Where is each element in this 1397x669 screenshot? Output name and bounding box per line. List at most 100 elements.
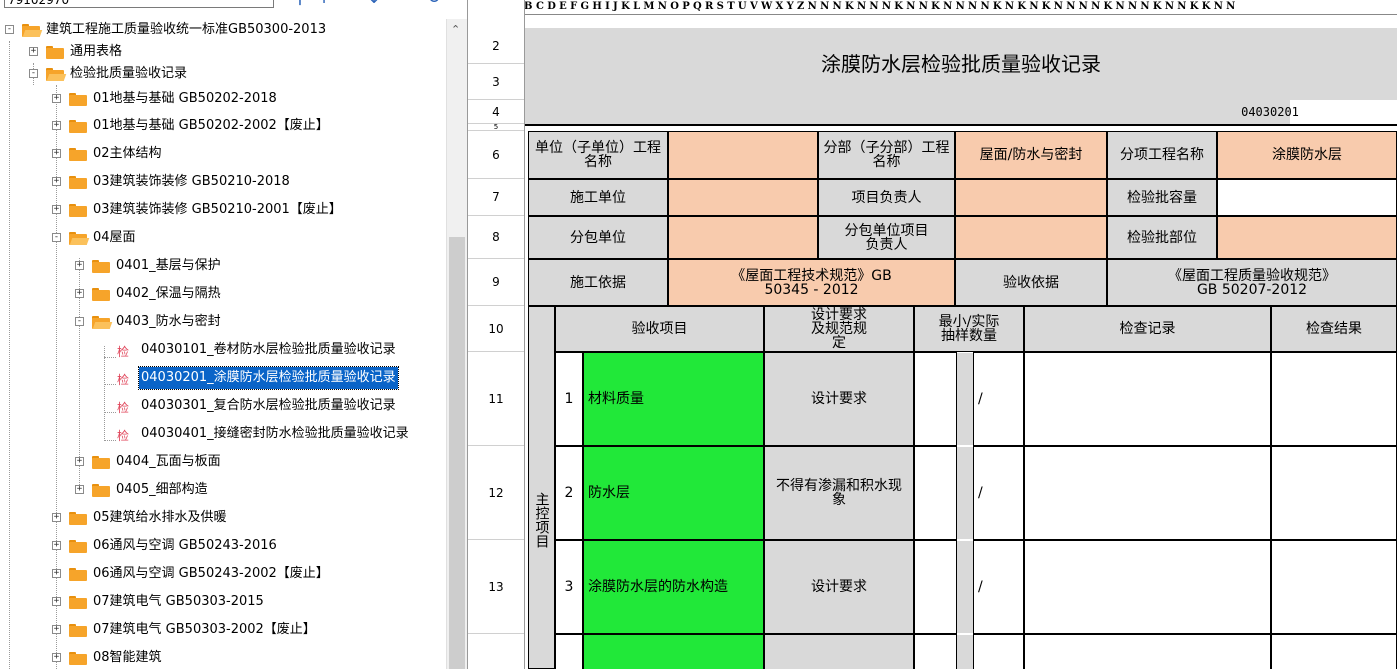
arrow-up-icon[interactable]: ↑ <box>314 0 334 8</box>
item-result[interactable] <box>1271 540 1397 634</box>
item-min-sample[interactable] <box>914 446 957 540</box>
item-record[interactable] <box>1024 540 1271 634</box>
tree-node-selected[interactable]: 检 04030201_涂膜防水层检验批质量验收记录 <box>0 366 446 390</box>
row-header[interactable]: 4 <box>468 100 524 124</box>
item-actual-sample[interactable]: / <box>973 352 1024 446</box>
tree-node[interactable]: + 0401_基层与保护 <box>0 255 446 277</box>
item-value-cell[interactable]: 涂膜防水层 <box>1217 131 1397 179</box>
search-input[interactable]: 79102970 <box>4 0 274 8</box>
acceptance-value-cell[interactable]: 《屋面工程质量验收规范》GB 50207-2012 <box>1107 259 1397 306</box>
tree-node[interactable]: + 0404_瓦面与板面 <box>0 451 446 473</box>
tree-node[interactable]: 检 04030301_复合防水层检验批质量验收记录 <box>0 395 446 417</box>
expand-toggle-icon[interactable]: + <box>29 47 38 56</box>
tree-node[interactable]: + 0405_细部构造 <box>0 479 446 501</box>
expand-toggle-icon[interactable]: + <box>75 261 84 270</box>
item-record[interactable] <box>1024 352 1271 446</box>
expand-toggle-icon[interactable]: + <box>75 289 84 298</box>
item-min-sample[interactable] <box>914 540 957 634</box>
unit-value-cell[interactable] <box>668 131 818 179</box>
item-name[interactable]: 材料质量 <box>583 352 764 446</box>
tree-node[interactable]: 检 04030101_卷材防水层检验批质量验收记录 <box>0 339 446 361</box>
item-req[interactable] <box>764 634 914 669</box>
row-header[interactable]: 8 <box>468 216 524 259</box>
tree-node[interactable]: - 检验批质量验收记录 <box>0 63 446 85</box>
tree-node[interactable]: - 04屋面 <box>0 227 446 249</box>
search-icon[interactable]: ⚲ <box>290 0 310 8</box>
expand-toggle-icon[interactable]: + <box>52 149 61 158</box>
row-header[interactable]: 11 <box>468 352 524 446</box>
sub-pm-value-cell[interactable] <box>955 216 1107 259</box>
capacity-value-cell[interactable] <box>1217 179 1397 216</box>
expand-toggle-icon[interactable]: + <box>52 569 61 578</box>
expand-toggle-icon[interactable]: + <box>52 653 61 662</box>
expand-toggle-icon[interactable]: + <box>52 205 61 214</box>
item-result[interactable] <box>1271 446 1397 540</box>
expand-toggle-icon[interactable]: + <box>52 121 61 130</box>
subcontractor-value-cell[interactable] <box>668 216 818 259</box>
tree-node[interactable]: + 06通风与空调 GB50243-2002【废止】 <box>0 563 446 585</box>
item-result[interactable] <box>1271 352 1397 446</box>
item-record[interactable] <box>1024 446 1271 540</box>
refresh-icon[interactable]: ↻ <box>424 0 444 8</box>
collapse-toggle-icon[interactable]: - <box>75 317 84 326</box>
expand-toggle-icon[interactable]: + <box>52 625 61 634</box>
item-actual-sample[interactable]: / <box>973 446 1024 540</box>
item-actual-sample[interactable]: / <box>973 540 1024 634</box>
tree-scrollbar[interactable]: ⌃ <box>446 19 467 669</box>
collapse-toggle-icon[interactable]: - <box>29 69 38 78</box>
tree-node[interactable]: + 05建筑给水排水及供暖 <box>0 507 446 529</box>
expand-toggle-icon[interactable]: + <box>52 513 61 522</box>
item-req[interactable]: 设计要求 <box>764 352 914 446</box>
branch-value-cell[interactable]: 屋面/防水与密封 <box>955 131 1107 179</box>
row-header[interactable]: 5 <box>468 124 524 131</box>
row-header[interactable]: 14 <box>468 634 524 669</box>
basis-value-cell[interactable]: 《屋面工程技术规范》GB 50345 - 2012 <box>668 259 955 306</box>
collapse-toggle-icon[interactable]: - <box>52 233 61 242</box>
column-header-strip[interactable]: BCDEFGHIJKLMNOPQRSTUVWXYZNNNKNNNKNNKNNNN… <box>524 0 1397 15</box>
row-header[interactable]: 10 <box>468 306 524 352</box>
expand-toggle-icon[interactable]: + <box>75 485 84 494</box>
part-value-cell[interactable] <box>1217 216 1397 259</box>
row-header[interactable]: 2 <box>468 28 524 64</box>
tree-node[interactable]: - 建筑工程施工质量验收统一标准GB50300-2013 <box>0 19 446 41</box>
row-header[interactable]: 3 <box>468 64 524 100</box>
expand-toggle-icon[interactable]: + <box>52 541 61 550</box>
pm-value-cell[interactable] <box>955 179 1107 216</box>
tree-node[interactable]: + 06通风与空调 GB50243-2016 <box>0 535 446 557</box>
expand-toggle-icon[interactable]: + <box>75 457 84 466</box>
scroll-up-icon[interactable]: ⌃ <box>451 23 460 36</box>
tree-node[interactable]: + 03建筑装饰装修 GB50210-2018 <box>0 171 446 193</box>
item-name[interactable]: 防水层 <box>583 446 764 540</box>
item-record[interactable] <box>1024 634 1271 669</box>
arrow-down-icon[interactable]: ↓ <box>364 0 384 8</box>
item-name[interactable]: 涂膜防水层的防水构造 <box>583 540 764 634</box>
row-header[interactable]: 9 <box>468 259 524 306</box>
row-header[interactable]: 13 <box>468 540 524 634</box>
tree-node[interactable]: + 07建筑电气 GB50303-2002【废止】 <box>0 619 446 641</box>
tree-node[interactable]: + 03建筑装饰装修 GB50210-2001【废止】 <box>0 199 446 221</box>
row-header[interactable]: 7 <box>468 179 524 216</box>
item-req[interactable]: 不得有渗漏和积水现象 <box>764 446 914 540</box>
tree-node[interactable]: - 0403_防水与密封 <box>0 311 446 333</box>
item-min-sample[interactable] <box>914 352 957 446</box>
item-req[interactable]: 设计要求 <box>764 540 914 634</box>
expand-toggle-icon[interactable]: + <box>52 94 61 103</box>
tree-node[interactable]: + 02主体结构 <box>0 143 446 165</box>
item-name[interactable] <box>583 634 764 669</box>
collapse-toggle-icon[interactable]: - <box>5 25 14 34</box>
tree-node[interactable]: + 08智能建筑 <box>0 647 446 669</box>
item-actual-sample[interactable] <box>973 634 1024 669</box>
expand-toggle-icon[interactable]: + <box>52 597 61 606</box>
row-header[interactable]: 12 <box>468 446 524 540</box>
tree-node[interactable]: 检 04030401_接缝密封防水检验批质量验收记录 <box>0 423 446 445</box>
form-title[interactable]: 涂膜防水层检验批质量验收记录 <box>525 28 1397 100</box>
contractor-value-cell[interactable] <box>668 179 818 216</box>
row-header[interactable]: 6 <box>468 131 524 179</box>
tree-node[interactable]: + 01地基与基础 GB50202-2018 <box>0 88 446 110</box>
item-result[interactable] <box>1271 634 1397 669</box>
item-min-sample[interactable] <box>914 634 957 669</box>
tree-node[interactable]: + 通用表格 <box>0 41 446 63</box>
minus-icon[interactable]: − <box>338 0 358 8</box>
tree-node[interactable]: + 07建筑电气 GB50303-2015 <box>0 591 446 613</box>
tree-node[interactable]: + 0402_保温与隔热 <box>0 283 446 305</box>
